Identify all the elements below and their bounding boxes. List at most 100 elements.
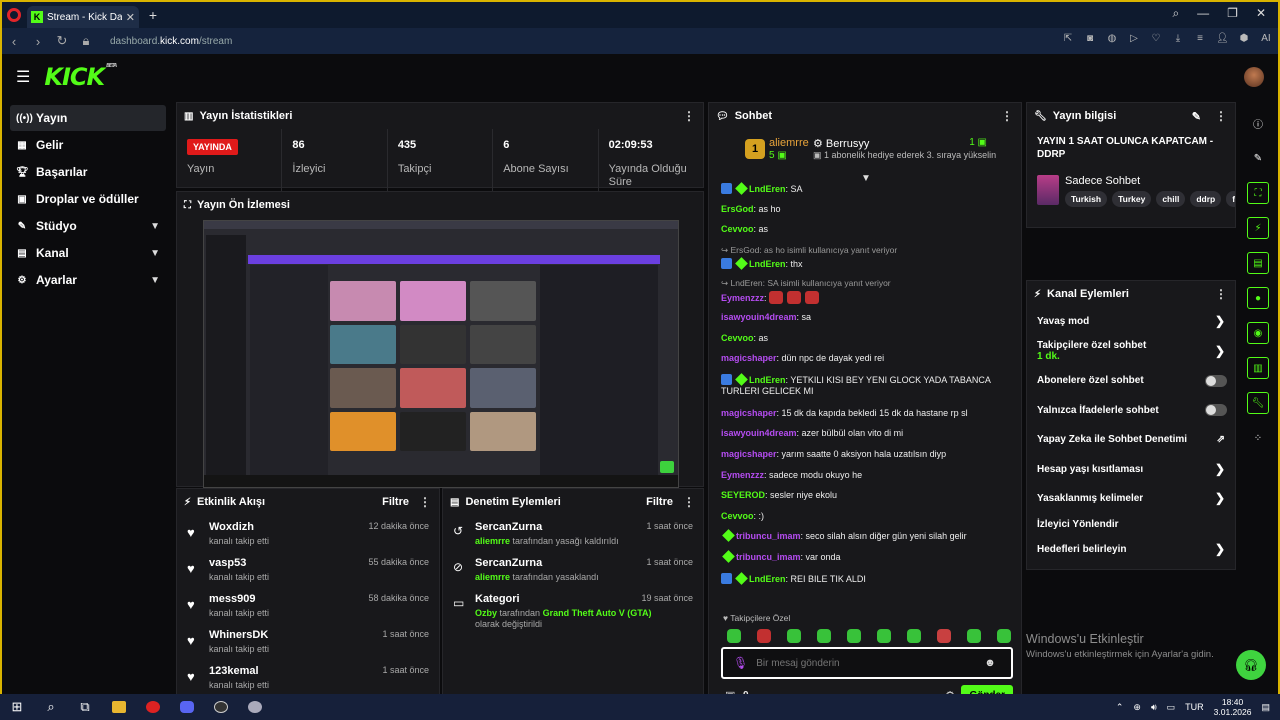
url-field[interactable]: dashboard.kick.com/stream — [110, 36, 232, 47]
document-icon[interactable]: ▤ — [1247, 252, 1269, 274]
search-tabs-icon[interactable]: ⌕ — [1172, 6, 1179, 21]
tag[interactable]: Turkey — [1112, 191, 1152, 207]
more-icon[interactable]: ⋮ — [1001, 109, 1013, 123]
chat-username[interactable]: LndEren — [749, 574, 786, 584]
emote-icon[interactable] — [817, 629, 831, 643]
profile-icon[interactable]: 👤︎ — [1216, 33, 1229, 44]
chat-username[interactable]: isawyouin4dream — [721, 428, 797, 438]
action-banned-words[interactable]: Yasaklanmış kelimeler ❯ — [1027, 484, 1235, 514]
action-slow-mode[interactable]: Yavaş mod ❯ — [1027, 307, 1235, 337]
event-user[interactable]: mess909 — [209, 593, 269, 605]
event-user[interactable]: Woxdizh — [209, 521, 269, 533]
chat-username[interactable]: LndEren — [749, 259, 786, 269]
battery-icon[interactable]: ▭ — [1167, 702, 1176, 713]
action-account-age[interactable]: Hesap yaşı kısıtlaması ❯ — [1027, 455, 1235, 485]
leader-name[interactable]: aliemrre — [769, 137, 809, 149]
mod-target[interactable]: SercanZurna — [475, 521, 675, 533]
vpn-icon[interactable]: ◍ — [1106, 33, 1118, 44]
extension-icon[interactable]: ⬢ — [1238, 33, 1250, 44]
more-icon[interactable]: ⋮ — [683, 109, 695, 123]
chat-username[interactable]: Cevvoo — [721, 224, 754, 234]
sidebar-item-droplar[interactable]: ▣ Droplar ve ödüller — [10, 186, 166, 212]
notifications-icon[interactable]: ▤ — [1261, 702, 1270, 713]
filter-button[interactable]: Filtre — [646, 496, 673, 508]
camera-icon[interactable]: ◙ — [1084, 33, 1096, 44]
mod-target[interactable]: SercanZurna — [475, 557, 675, 569]
more-icon[interactable]: ⋮ — [1215, 287, 1227, 301]
stream-preview-video[interactable] — [203, 220, 679, 488]
chat-username[interactable]: magicshaper — [721, 449, 777, 459]
discord-icon[interactable] — [170, 694, 204, 720]
emote-icon[interactable] — [757, 629, 771, 643]
minimize-icon[interactable]: — — [1197, 6, 1209, 21]
chat-username[interactable]: SEYEROD — [721, 490, 765, 500]
chat-bubble-icon[interactable]: ● — [1247, 287, 1269, 309]
pen-icon[interactable]: ✎ — [1247, 147, 1269, 169]
chat-username[interactable]: isawyouin4dream — [721, 312, 797, 322]
volume-icon[interactable]: 🔊︎ — [1151, 702, 1157, 713]
emoji-icon[interactable]: ☻ — [984, 657, 996, 669]
mod-actor[interactable]: aliemrre — [475, 536, 510, 546]
new-tab-icon[interactable]: + — [144, 6, 162, 24]
subscribers-only-toggle[interactable] — [1205, 374, 1227, 387]
tag[interactable]: f — [1226, 191, 1235, 207]
network-icon[interactable]: ⊕ — [1133, 702, 1141, 713]
mod-actor[interactable]: aliemrre — [475, 572, 510, 582]
tag[interactable]: Turkish — [1065, 191, 1108, 207]
edit-icon[interactable]: ✎ — [1192, 110, 1201, 123]
tag[interactable]: ddrp — [1190, 191, 1222, 207]
more-icon[interactable]: ⋮ — [683, 495, 695, 509]
action-followers-only[interactable]: Takipçilere özel sohbet 1 dk. ❯ — [1027, 337, 1235, 367]
menu-icon[interactable]: ≡ — [1194, 33, 1206, 44]
event-user[interactable]: 123kemal — [209, 665, 269, 677]
sidebar-item-ayarlar[interactable]: ⚙︎ Ayarlar ▼ — [10, 267, 166, 293]
leader2-name[interactable]: ⚙︎ Berrusyy — [813, 137, 869, 150]
reload-icon[interactable]: ↻ — [56, 33, 68, 49]
action-host[interactable]: İzleyici Yönlendir — [1027, 514, 1235, 535]
close-window-icon[interactable]: ✕ — [1256, 6, 1266, 21]
chat-username[interactable]: tribuncu_imam — [736, 552, 801, 562]
hamburger-icon[interactable]: ☰ — [16, 67, 30, 87]
support-icon[interactable]: 🎧︎ — [1236, 650, 1266, 680]
wrench-icon[interactable]: 🔧︎ — [1247, 392, 1269, 414]
lock-icon[interactable]: 🔒︎ — [80, 33, 92, 49]
close-tab-icon[interactable]: ✕ — [126, 11, 135, 24]
emote-icon[interactable] — [847, 629, 861, 643]
broadcast-icon[interactable]: ◉ — [1247, 322, 1269, 344]
chat-input[interactable] — [756, 657, 977, 669]
forward-icon[interactable]: › — [32, 34, 44, 49]
emote-only-toggle[interactable] — [1205, 404, 1227, 417]
stream-category[interactable]: Sadece Sohbet — [1065, 175, 1140, 187]
user-avatar[interactable] — [1244, 67, 1264, 87]
microphone-icon[interactable]: 🎙︎ — [733, 656, 748, 670]
heart-icon[interactable]: ♡ — [1150, 33, 1162, 44]
chat-username[interactable]: LndEren — [749, 375, 786, 385]
add-widget-icon[interactable]: ⁘ — [1247, 427, 1269, 449]
maximize-icon[interactable]: ❐ — [1227, 6, 1238, 21]
emote-icon[interactable] — [937, 629, 951, 643]
chat-username[interactable]: Eymenzzz — [721, 293, 764, 303]
action-ai-moderation[interactable]: Yapay Zeka ile Sohbet Denetimi ⇗ — [1027, 425, 1235, 455]
file-explorer-icon[interactable] — [102, 694, 136, 720]
obs-icon[interactable] — [204, 694, 238, 720]
back-icon[interactable]: ‹ — [8, 34, 20, 49]
sidebar-item-yayin[interactable]: ((•)) Yayın — [10, 105, 166, 131]
emote-icon[interactable] — [967, 629, 981, 643]
event-user[interactable]: WhinersDK — [209, 629, 269, 641]
emote-icon[interactable] — [727, 629, 741, 643]
mod-game[interactable]: Grand Theft Auto V (GTA) — [543, 608, 652, 618]
chat-username[interactable]: Cevvoo — [721, 333, 754, 343]
browser-tab[interactable]: K Stream - Kick Dashboard ✕ — [27, 6, 139, 28]
emote-icon[interactable] — [907, 629, 921, 643]
info-icon[interactable]: ⓘ — [1247, 112, 1269, 134]
action-goals[interactable]: Hedefleri belirleyin ❯ — [1027, 535, 1235, 565]
chat-username[interactable]: tribuncu_imam — [736, 531, 801, 541]
chat-username[interactable]: Cevvoo — [721, 511, 754, 521]
layout-icon[interactable]: ⛶ — [1247, 182, 1269, 204]
language-indicator[interactable]: TUR — [1185, 702, 1204, 712]
opera-taskbar-icon[interactable] — [136, 694, 170, 720]
sidebar-item-basarilar[interactable]: 🏆︎ Başarılar — [10, 159, 166, 185]
search-icon[interactable]: ⌕ — [34, 694, 68, 720]
sidebar-item-kanal[interactable]: ▤ Kanal ▼ — [10, 240, 166, 266]
chat-username[interactable]: magicshaper — [721, 408, 777, 418]
